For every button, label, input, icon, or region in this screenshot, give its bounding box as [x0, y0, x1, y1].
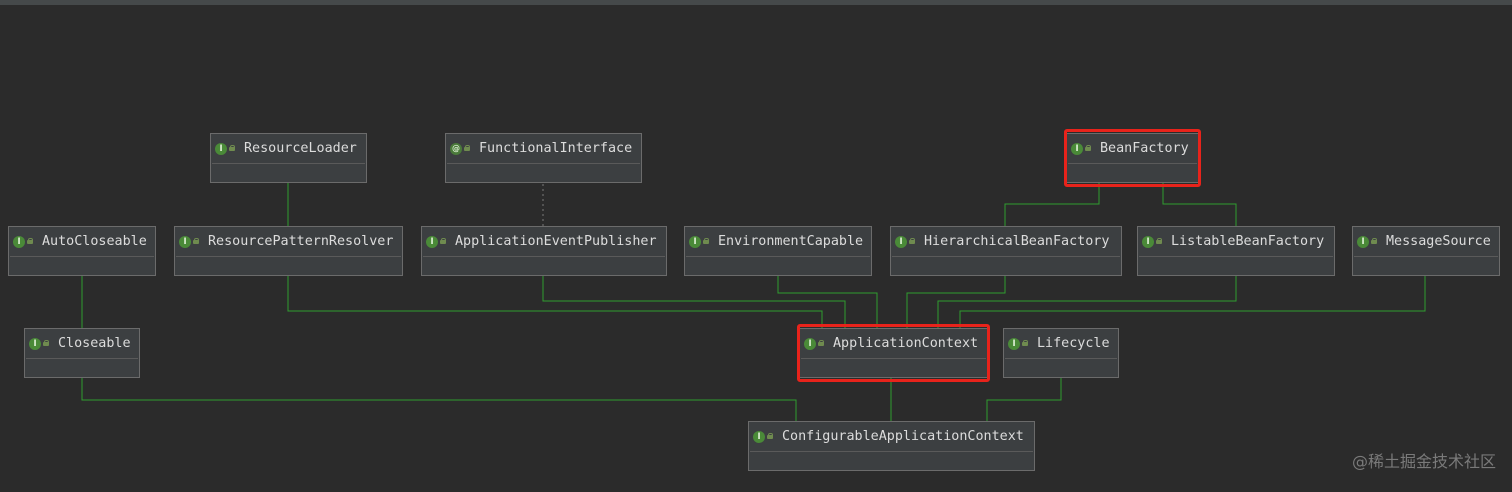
node-label: ListableBeanFactory — [1171, 234, 1325, 249]
public-visibility-icon — [909, 238, 916, 245]
class-node-application-event-publisher[interactable]: I ApplicationEventPublisher — [421, 226, 667, 276]
edge-configurableapplicationcontext-to-lifecycle — [986, 369, 1066, 421]
node-header: I AutoCloseable — [9, 227, 155, 256]
node-members-area — [1353, 257, 1499, 276]
node-label: AutoCloseable — [42, 234, 147, 249]
node-members-area — [891, 257, 1121, 276]
node-header: I ApplicationContext — [800, 329, 987, 358]
class-node-listable-bean-factory[interactable]: I ListableBeanFactory — [1137, 226, 1335, 276]
public-visibility-icon — [767, 433, 774, 440]
class-node-bean-factory[interactable]: I BeanFactory — [1066, 133, 1199, 183]
node-members-area — [211, 164, 366, 183]
interface-icon: I — [426, 235, 438, 248]
node-header: I ConfigurableApplicationContext — [749, 422, 1034, 451]
interface-icon: I — [1008, 337, 1020, 350]
class-node-hierarchical-bean-factory[interactable]: I HierarchicalBeanFactory — [890, 226, 1122, 276]
interface-icon: I — [804, 337, 816, 350]
public-visibility-icon — [464, 145, 471, 152]
interface-icon: I — [753, 430, 765, 443]
node-members-area — [175, 257, 402, 276]
public-visibility-icon — [27, 238, 34, 245]
public-visibility-icon — [440, 238, 447, 245]
interface-icon: I — [1071, 142, 1083, 155]
class-node-closeable[interactable]: I Closeable — [24, 328, 140, 378]
node-header: I ResourcePatternResolver — [175, 227, 402, 256]
node-label: HierarchicalBeanFactory — [924, 234, 1110, 249]
edge-configurableapplicationcontext-to-closeable — [77, 369, 797, 421]
interface-icon: I — [13, 235, 25, 248]
public-visibility-icon — [229, 145, 236, 152]
node-label: BeanFactory — [1100, 141, 1189, 156]
class-node-configurable-application-context[interactable]: I ConfigurableApplicationContext — [748, 421, 1035, 471]
node-label: ApplicationContext — [833, 336, 979, 351]
edge-applicationcontext-to-listablebeanfactory — [937, 267, 1241, 328]
node-members-area — [25, 359, 139, 378]
node-members-area — [9, 257, 155, 276]
public-visibility-icon — [1022, 340, 1029, 347]
class-node-lifecycle[interactable]: I Lifecycle — [1003, 328, 1119, 378]
public-visibility-icon — [818, 340, 825, 347]
node-label: ResourcePatternResolver — [208, 234, 394, 249]
interface-icon: I — [179, 235, 191, 248]
edge-applicationcontext-to-resourcepatternresolver — [283, 267, 823, 328]
edge-applicationcontext-to-environmentcapable — [773, 267, 878, 328]
class-node-resource-loader[interactable]: I ResourceLoader — [210, 133, 367, 183]
node-members-area — [800, 359, 987, 378]
node-header: I ListableBeanFactory — [1138, 227, 1334, 256]
node-members-area — [422, 257, 666, 276]
node-header: I ApplicationEventPublisher — [422, 227, 666, 256]
node-header: I EnvironmentCapable — [685, 227, 871, 256]
edge-applicationcontext-to-applicationeventpublisher — [538, 267, 846, 328]
node-header: I ResourceLoader — [211, 134, 366, 163]
public-visibility-icon — [43, 340, 50, 347]
node-members-area — [1004, 359, 1118, 378]
public-visibility-icon — [703, 238, 710, 245]
edge-hierarchicalbeanfactory-to-beanfactory — [1004, 174, 1104, 226]
node-members-area — [446, 164, 641, 183]
node-members-area — [1067, 164, 1198, 183]
interface-icon: I — [1357, 235, 1369, 248]
edge-applicationcontext-to-messagesource — [959, 267, 1430, 328]
node-members-area — [1138, 257, 1334, 276]
class-node-environment-capable[interactable]: I EnvironmentCapable — [684, 226, 872, 276]
node-label: EnvironmentCapable — [718, 234, 864, 249]
edge-listablebeanfactory-to-beanfactory — [1158, 174, 1237, 226]
node-header: I BeanFactory — [1067, 134, 1198, 163]
node-label: Lifecycle — [1037, 336, 1110, 351]
watermark: @稀土掘金技术社区 — [1351, 452, 1496, 471]
public-visibility-icon — [1156, 238, 1163, 245]
class-node-resource-pattern-resolver[interactable]: I ResourcePatternResolver — [174, 226, 403, 276]
node-members-area — [749, 452, 1034, 471]
interface-icon: I — [215, 142, 227, 155]
node-header: I HierarchicalBeanFactory — [891, 227, 1121, 256]
class-node-message-source[interactable]: I MessageSource — [1352, 226, 1500, 276]
node-header: @ FunctionalInterface — [446, 134, 641, 163]
interface-icon: I — [29, 337, 41, 350]
node-label: Closeable — [58, 336, 131, 351]
annotation-icon: @ — [450, 142, 462, 155]
interface-icon: I — [895, 235, 907, 248]
node-header: I Lifecycle — [1004, 329, 1118, 358]
node-header: I Closeable — [25, 329, 139, 358]
public-visibility-icon — [1371, 238, 1378, 245]
public-visibility-icon — [193, 238, 200, 245]
node-label: FunctionalInterface — [479, 141, 633, 156]
interface-icon: I — [1142, 235, 1154, 248]
edge-applicationcontext-to-hierarchicalbeanfactory — [906, 267, 1010, 328]
class-node-application-context[interactable]: I ApplicationContext — [799, 328, 988, 378]
node-label: MessageSource — [1386, 234, 1491, 249]
uml-diagram-canvas: I ResourceLoader @ FunctionalInterface I Bean… — [0, 0, 1512, 492]
node-label: ConfigurableApplicationContext — [782, 429, 1024, 444]
public-visibility-icon — [1085, 145, 1092, 152]
node-header: I MessageSource — [1353, 227, 1499, 256]
node-label: ResourceLoader — [244, 141, 357, 156]
node-members-area — [685, 257, 871, 276]
class-node-auto-closeable[interactable]: I AutoCloseable — [8, 226, 156, 276]
node-label: ApplicationEventPublisher — [455, 234, 657, 249]
interface-icon: I — [689, 235, 701, 248]
class-node-functional-interface[interactable]: @ FunctionalInterface — [445, 133, 642, 183]
